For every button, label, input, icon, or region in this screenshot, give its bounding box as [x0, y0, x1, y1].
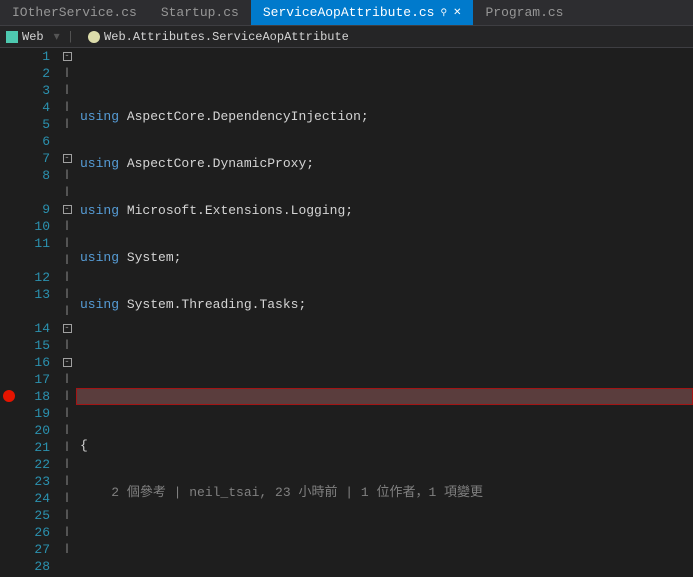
breadcrumb: Web ▾ | Web.Attributes.ServiceAopAttribu…: [0, 26, 693, 48]
tab-startup[interactable]: Startup.cs: [149, 0, 251, 25]
code-editor[interactable]: 1234 5678 91011 1213 14151617 18192021 2…: [0, 48, 693, 503]
attribute-class-icon: [88, 31, 100, 43]
project-dropdown[interactable]: Web: [6, 30, 44, 44]
breakpoint-icon[interactable]: [3, 390, 15, 402]
csharp-project-icon: [6, 31, 18, 43]
tab-program[interactable]: Program.cs: [473, 0, 575, 25]
codelens-class[interactable]: 2 個參考 | neil_tsai, 23 小時前 | 1 位作者，1 項變更: [80, 484, 693, 501]
fold-toggle-icon[interactable]: -: [63, 358, 72, 367]
tab-serviceaopattribute[interactable]: ServiceAopAttribute.cs ⚲ ✕: [251, 0, 474, 25]
fold-toggle-icon[interactable]: -: [63, 154, 72, 163]
close-icon[interactable]: ✕: [453, 7, 461, 19]
code-content[interactable]: using AspectCore.DependencyInjection; us…: [76, 48, 693, 503]
breadcrumb-separator: ▾ |: [48, 29, 80, 44]
fold-gutter[interactable]: - |||| - || - |||| || - | - |||| |||| ||…: [58, 48, 76, 503]
breakpoint-gutter[interactable]: [0, 48, 18, 503]
fold-toggle-icon[interactable]: -: [63, 52, 72, 61]
type-dropdown[interactable]: Web.Attributes.ServiceAopAttribute: [88, 30, 349, 44]
fold-toggle-icon[interactable]: -: [63, 205, 72, 214]
editor-tabs: IOtherService.cs Startup.cs ServiceAopAt…: [0, 0, 693, 26]
line-number-gutter: 1234 5678 91011 1213 14151617 18192021 2…: [18, 48, 58, 503]
fold-toggle-icon[interactable]: -: [63, 324, 72, 333]
current-execution-line: [76, 388, 693, 405]
pin-icon[interactable]: ⚲: [440, 8, 447, 18]
tab-iotherservice[interactable]: IOtherService.cs: [0, 0, 149, 25]
